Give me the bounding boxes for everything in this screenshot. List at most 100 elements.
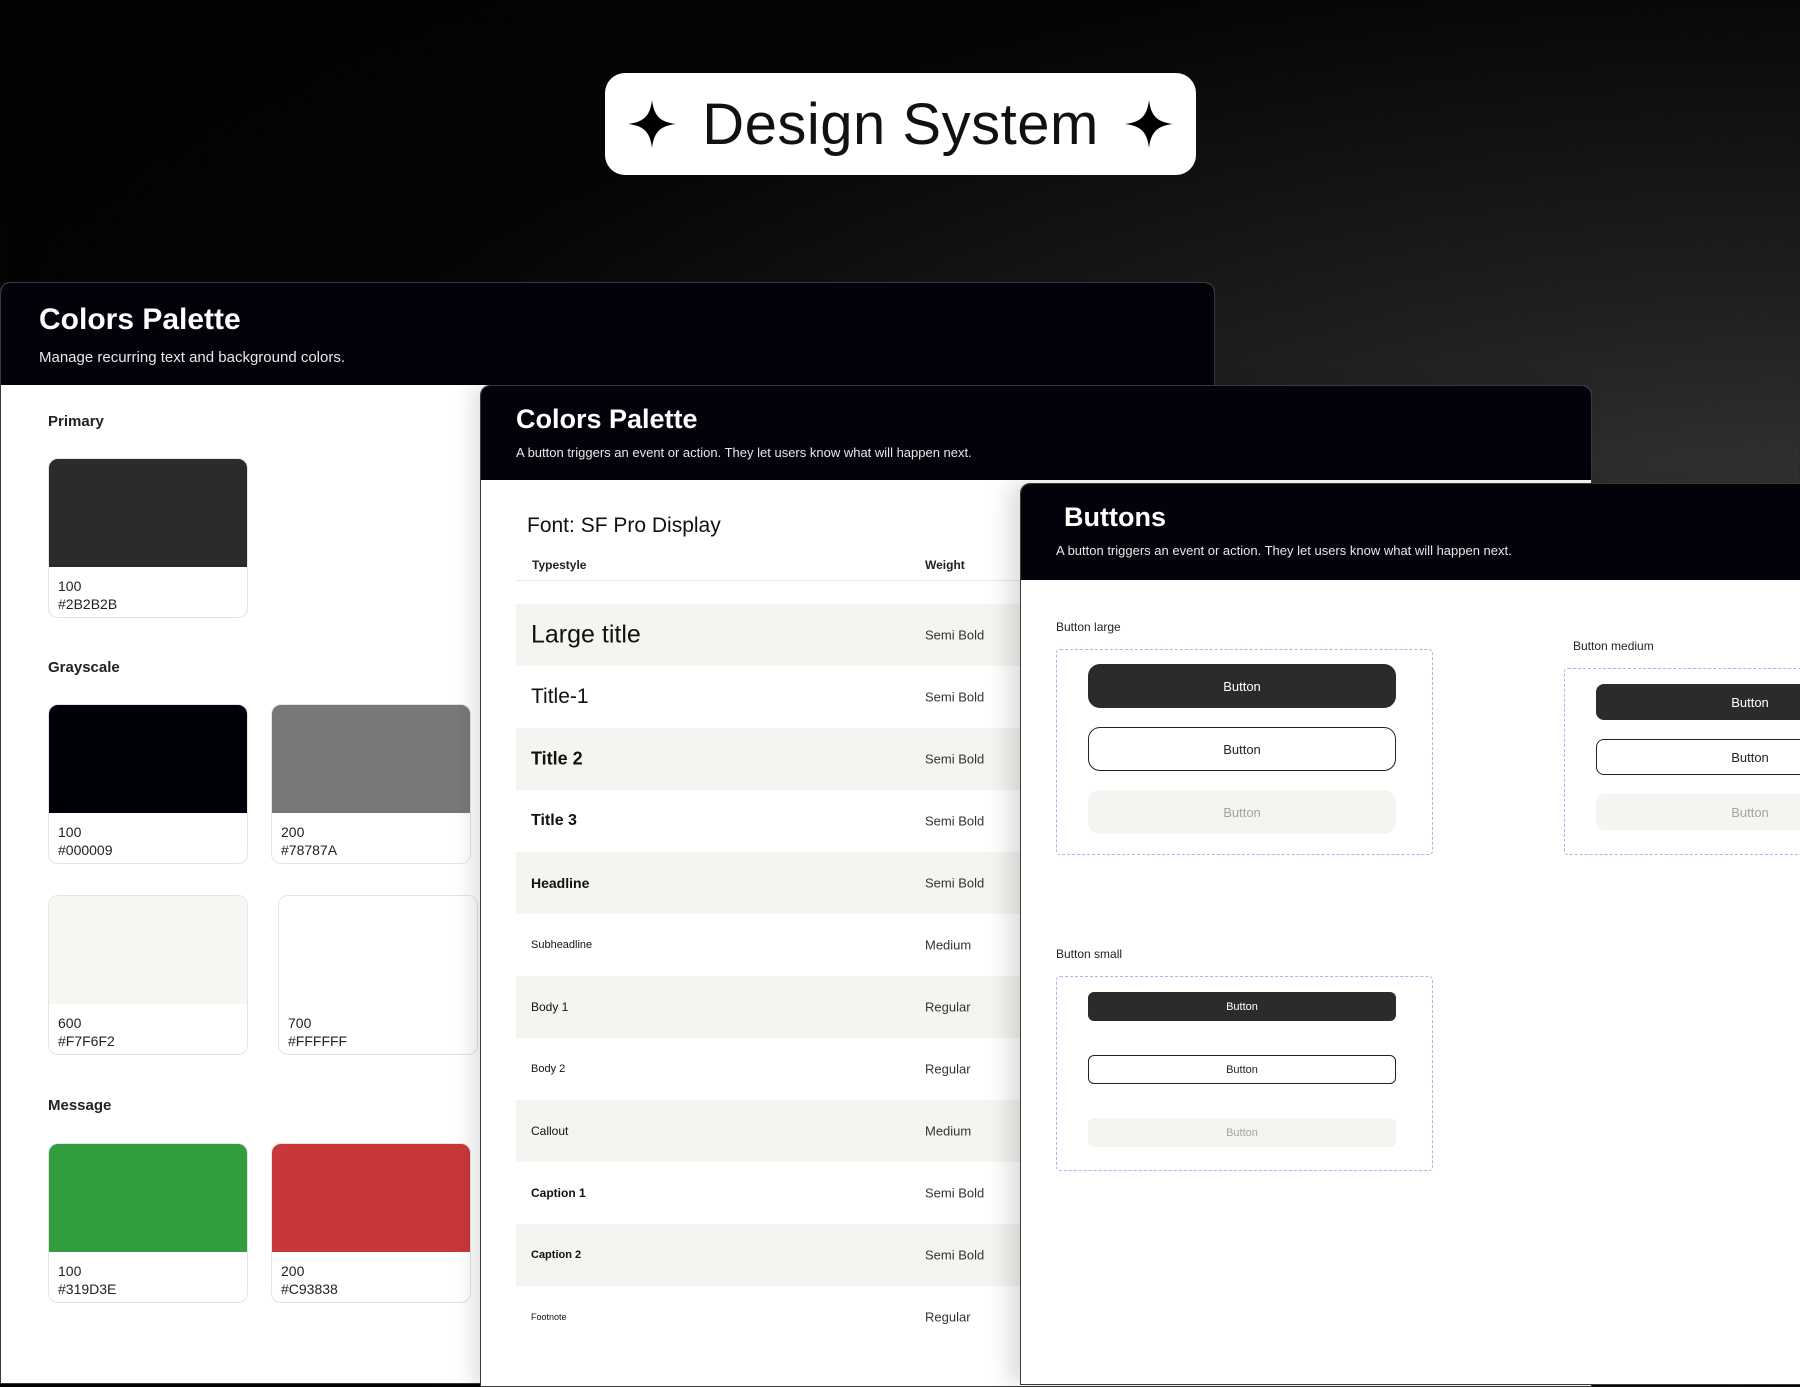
color-chip — [279, 896, 477, 1004]
button-large-primary[interactable]: Button — [1088, 664, 1396, 708]
button-small-group: Button Button Button — [1056, 976, 1433, 1171]
swatch-name: 100 — [58, 824, 82, 840]
color-swatch: 100 #2B2B2B — [48, 458, 248, 618]
swatch-hex: #000009 — [58, 842, 113, 858]
sparkle-icon — [628, 100, 677, 148]
section-label-message: Message — [48, 1097, 112, 1114]
typestyle-weight: Semi Bold — [925, 813, 985, 829]
color-chip — [49, 459, 247, 567]
typestyle-name: Large title — [531, 620, 641, 649]
swatch-hex: #C93838 — [281, 1281, 338, 1297]
page-title: Design System — [702, 91, 1099, 157]
color-chip — [272, 705, 470, 813]
typestyle-name: Body 1 — [531, 1000, 569, 1014]
color-swatch: 600 #F7F6F2 — [48, 895, 248, 1055]
table-row: Footnote Regular — [516, 1286, 1076, 1348]
typestyle-name: Caption 2 — [531, 1249, 582, 1261]
table-row: Body 1 Regular — [516, 976, 1076, 1038]
panel-header: Colors Palette Manage recurring text and… — [1, 283, 1214, 385]
sparkle-icon — [1124, 100, 1173, 148]
button-medium-primary[interactable]: Button — [1596, 684, 1800, 720]
swatch-hex: #78787A — [281, 842, 338, 858]
typestyle-name: Title-1 — [531, 685, 589, 708]
section-label-grayscale: Grayscale — [48, 659, 120, 676]
color-swatch: 100 #319D3E — [48, 1143, 248, 1303]
color-chip — [49, 705, 247, 813]
panel-header: Colors Palette A button triggers an even… — [481, 386, 1591, 480]
swatch-name: 600 — [58, 1015, 82, 1031]
table-row: Title-1 Semi Bold — [516, 666, 1076, 728]
color-chip — [49, 1144, 247, 1252]
panel-title: Colors Palette — [516, 404, 698, 434]
typestyle-name: Title 3 — [531, 812, 577, 829]
table-header: Typestyle Weight — [516, 556, 1076, 581]
button-large-disabled[interactable]: Button — [1088, 790, 1396, 834]
typestyle-weight: Regular — [925, 999, 971, 1015]
typestyle-weight: Semi Bold — [925, 1185, 985, 1201]
color-swatch: 700 #FFFFFF — [278, 895, 478, 1055]
swatch-hex: #F7F6F2 — [58, 1033, 115, 1049]
swatch-hex: #FFFFFF — [288, 1033, 348, 1049]
panel-title: Colors Palette — [39, 303, 241, 336]
typestyle-weight: Semi Bold — [925, 627, 985, 643]
swatch-name: 100 — [58, 1263, 82, 1279]
swatch-name: 200 — [281, 1263, 305, 1279]
table-row: Headline Semi Bold — [516, 852, 1076, 914]
group-label-button-medium: Button medium — [1573, 639, 1654, 653]
button-large-outline[interactable]: Button — [1088, 727, 1396, 771]
font-title: Font: SF Pro Display — [527, 514, 721, 537]
typestyle-weight: Medium — [925, 1123, 972, 1139]
color-swatch: 200 #78787A — [271, 704, 471, 864]
table-row: Subheadline Medium — [516, 914, 1076, 976]
button-small-outline[interactable]: Button — [1088, 1055, 1396, 1084]
column-header-typestyle: Typestyle — [532, 558, 587, 572]
button-medium-group: Button Button Button — [1564, 668, 1800, 855]
panel-title: Buttons — [1064, 502, 1166, 532]
table-row: Caption 2 Semi Bold — [516, 1224, 1076, 1286]
typestyle-weight: Semi Bold — [925, 751, 985, 767]
table-row: Callout Medium — [516, 1100, 1076, 1162]
table-row: Title 2 Semi Bold — [516, 728, 1076, 790]
typestyle-weight: Semi Bold — [925, 689, 985, 705]
typestyle-weight: Semi Bold — [925, 875, 985, 891]
button-small-primary[interactable]: Button — [1088, 992, 1396, 1021]
typestyle-name: Headline — [531, 875, 590, 891]
typestyle-name: Title 2 — [531, 748, 583, 769]
panel-subtitle: A button triggers an event or action. Th… — [1056, 543, 1512, 558]
swatch-name: 700 — [288, 1015, 312, 1031]
table-row: Caption 1 Semi Bold — [516, 1162, 1076, 1224]
typestyle-name: Body 2 — [531, 1063, 566, 1075]
swatch-hex: #319D3E — [58, 1281, 117, 1297]
section-label-primary: Primary — [48, 413, 104, 430]
column-header-weight: Weight — [925, 558, 965, 572]
button-small-disabled[interactable]: Button — [1088, 1118, 1396, 1147]
typestyle-name: Footnote — [531, 1312, 567, 1322]
group-label-button-small: Button small — [1056, 947, 1123, 961]
color-swatch: 200 #C93838 — [271, 1143, 471, 1303]
swatch-name: 100 — [58, 578, 82, 594]
typestyle-weight: Regular — [925, 1309, 971, 1325]
button-medium-disabled[interactable]: Button — [1596, 794, 1800, 830]
table-row: Large title Semi Bold — [516, 604, 1076, 666]
swatch-name: 200 — [281, 824, 305, 840]
swatch-hex: #2B2B2B — [58, 596, 118, 612]
panel-subtitle: Manage recurring text and background col… — [39, 349, 346, 366]
color-swatch: 100 #000009 — [48, 704, 248, 864]
buttons-panel: Buttons A button triggers an event or ac… — [1020, 483, 1800, 1385]
table-row: Title 3 Semi Bold — [516, 790, 1076, 852]
typestyle-name: Callout — [531, 1124, 569, 1138]
typestyle-weight: Regular — [925, 1061, 971, 1077]
panel-subtitle: A button triggers an event or action. Th… — [516, 445, 972, 460]
typestyle-name: Subheadline — [531, 939, 593, 951]
color-chip — [49, 896, 247, 1004]
design-system-badge: Design System — [605, 73, 1196, 175]
table-row: Body 2 Regular — [516, 1038, 1076, 1100]
button-large-group: Button Button Button — [1056, 649, 1433, 855]
typestyle-weight: Medium — [925, 937, 972, 953]
group-label-button-large: Button large — [1056, 620, 1121, 634]
panel-header: Buttons A button triggers an event or ac… — [1021, 484, 1800, 580]
typestyle-name: Caption 1 — [531, 1186, 586, 1200]
color-chip — [272, 1144, 470, 1252]
typestyle-weight: Semi Bold — [925, 1247, 985, 1263]
button-medium-outline[interactable]: Button — [1596, 739, 1800, 775]
